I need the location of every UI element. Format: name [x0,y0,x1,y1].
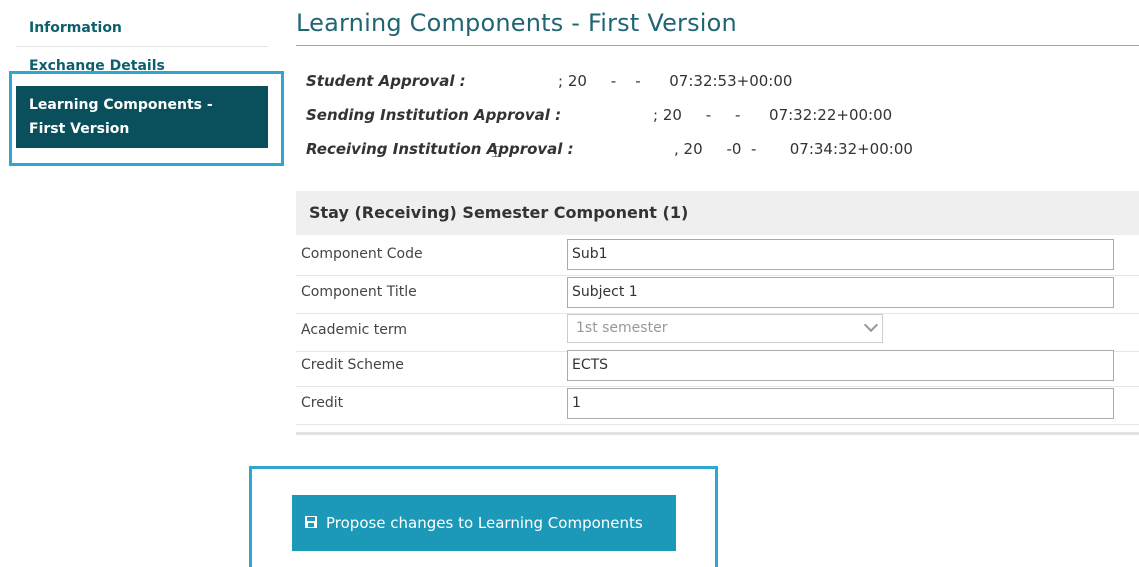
field-label: Academic term [301,322,408,338]
approval-label: Receiving Institution Approval : [306,140,574,158]
page-title: Learning Components - First Version [296,9,737,37]
app-root: Information Exchange Details Learning Co… [0,0,1139,567]
save-icon [305,516,317,528]
field-row-component-code: Component Code Sub1 [296,238,1139,276]
sidebar-item-information[interactable]: Information [16,17,268,47]
propose-changes-button[interactable]: Propose changes to Learning Components [292,495,676,551]
approval-label: Student Approval : [306,72,466,90]
academic-term-value: 1st semester [576,320,668,336]
field-row-credit-scheme: Credit Scheme ECTS [296,349,1139,387]
sidebar: Information Exchange Details Learning Co… [0,0,290,567]
component-header: Stay (Receiving) Semester Component (1) [296,191,1139,235]
field-row-component-title: Component Title Subject 1 [296,276,1139,314]
approval-row-receiving: Receiving Institution Approval : , 20 -0… [306,140,1126,174]
field-label: Component Code [301,246,423,262]
chevron-down-icon [863,317,879,333]
component-code-input[interactable]: Sub1 [567,239,1114,270]
propose-changes-label: Propose changes to Learning Components [326,514,643,532]
approval-row-sending: Sending Institution Approval : ; 20 - - … [306,106,1126,140]
text-cursor-icon: ⌶ [491,142,501,161]
field-row-academic-term: Academic term 1st semester [296,314,1139,352]
field-label: Credit [301,395,344,411]
highlight-box-sidebar [9,71,284,166]
credit-scheme-input[interactable]: ECTS [567,350,1114,381]
field-label: Credit Scheme [301,357,404,373]
component-title-input[interactable]: Subject 1 [567,277,1114,308]
sidebar-item-label: Information [29,20,122,36]
credit-input[interactable]: 1 [567,388,1114,419]
component-panel: Stay (Receiving) Semester Component (1) … [296,191,1139,435]
approval-label: Sending Institution Approval : [306,106,562,124]
field-row-credit: Credit 1 [296,387,1139,425]
approval-value: ; 20 - - 07:32:22+00:00 [653,106,893,124]
title-divider [296,45,1139,46]
field-label: Component Title [301,284,417,300]
approvals-section: Student Approval : ; 20 - - 07:32:53+00:… [306,72,1126,174]
academic-term-select[interactable]: 1st semester [567,314,883,343]
approval-value: ; 20 - - 07:32:53+00:00 [558,72,793,90]
approval-value: , 20 -0 - 07:34:32+00:00 [674,140,913,158]
approval-row-student: Student Approval : ; 20 - - 07:32:53+00:… [306,72,1126,106]
